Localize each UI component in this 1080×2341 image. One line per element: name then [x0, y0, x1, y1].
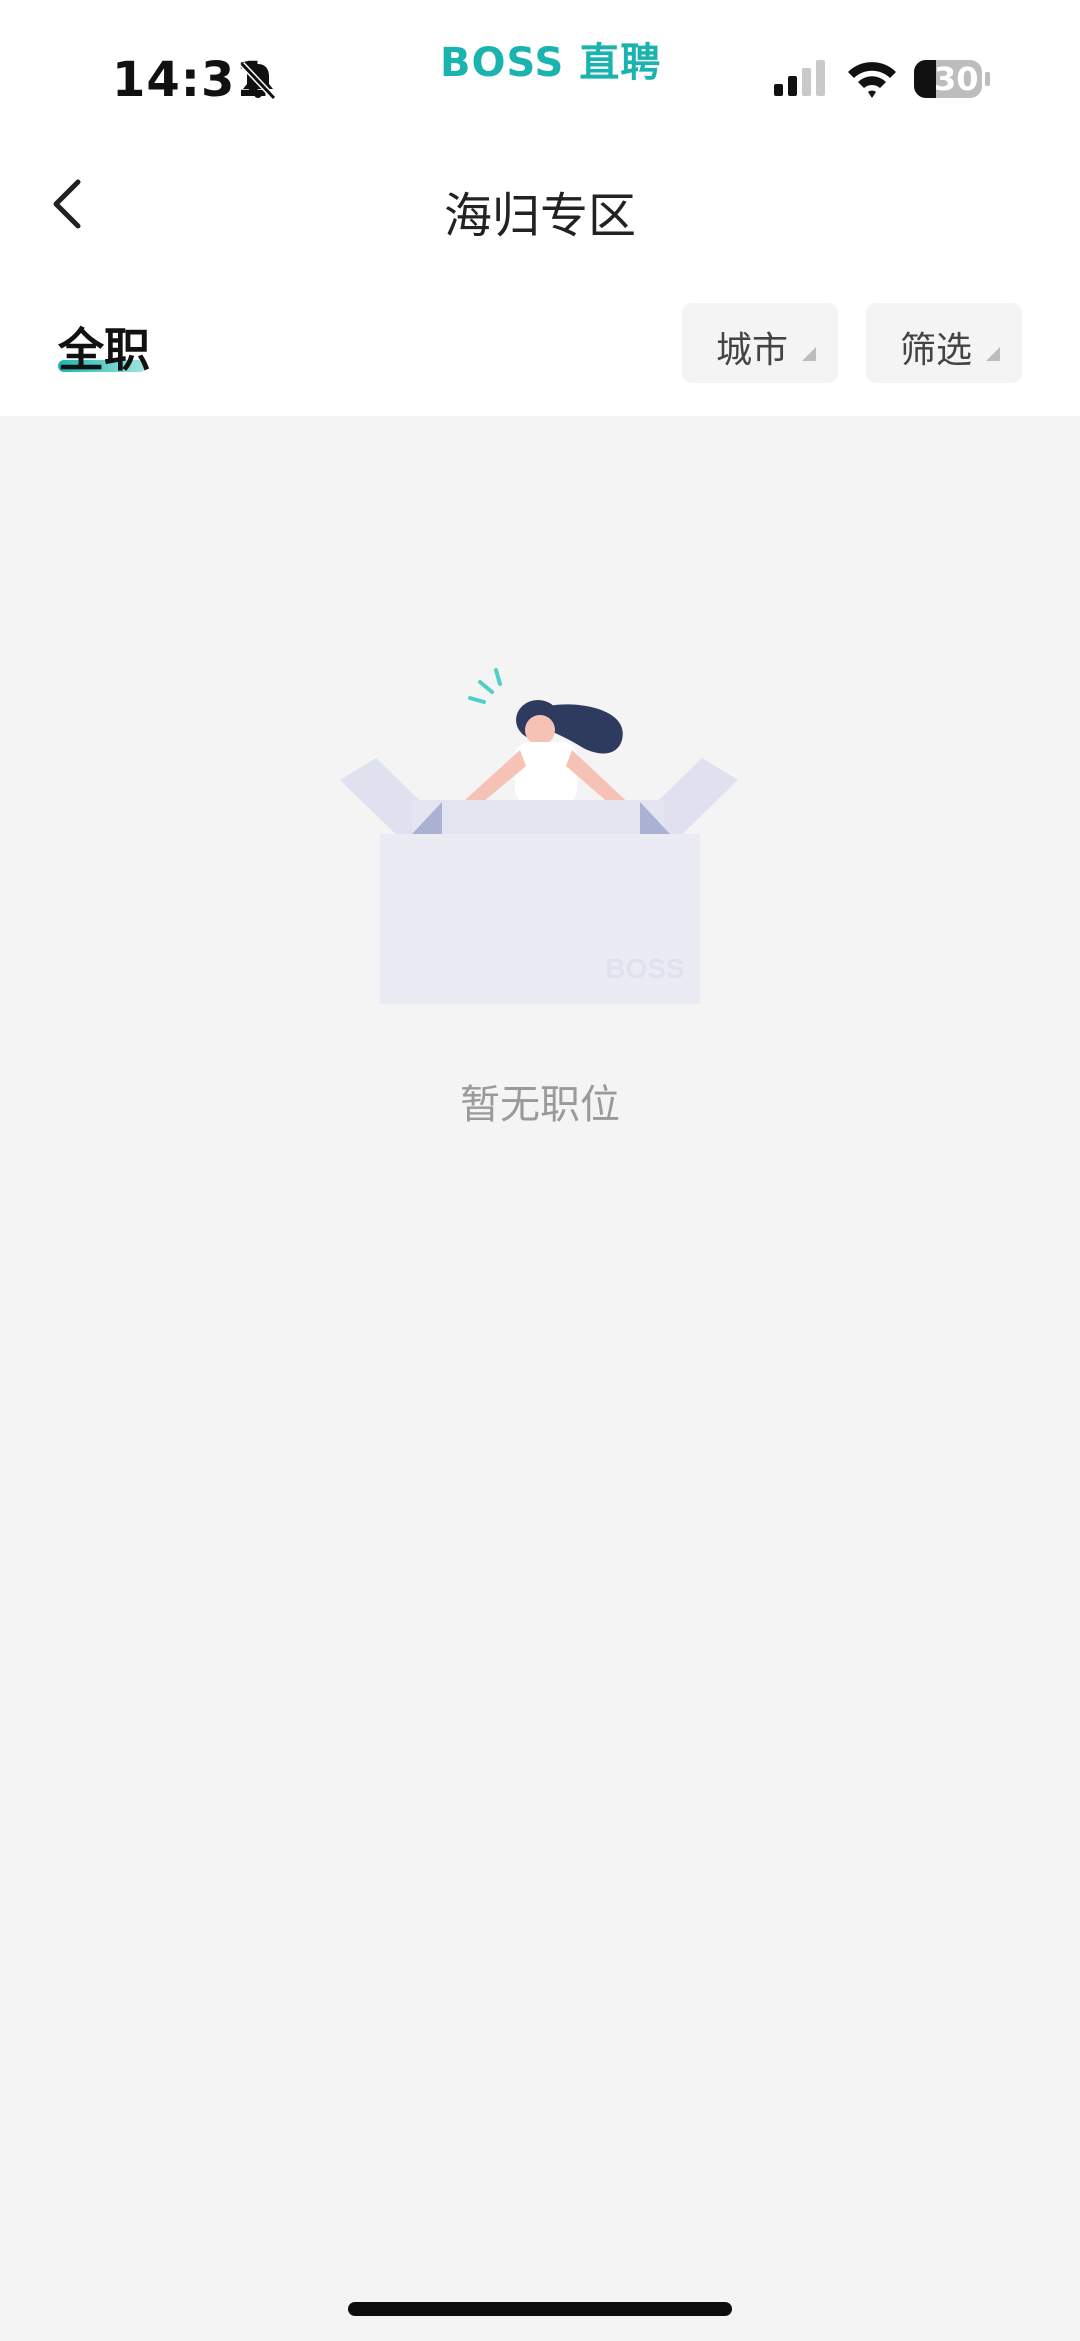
battery-level: 30	[934, 60, 979, 98]
bell-muted-icon	[239, 61, 277, 101]
city-filter-button[interactable]: 城市	[682, 303, 838, 383]
filter-button[interactable]: 筛选	[866, 303, 1022, 383]
city-filter-label: 城市	[716, 330, 789, 371]
home-indicator[interactable]	[348, 2302, 732, 2316]
header-area: 14:31 BOSS 直聘 30 海归专区 全职 城市 筛选	[0, 0, 1080, 416]
page-title: 海归专区	[443, 188, 636, 244]
cellular-signal-icon	[774, 60, 825, 96]
dropdown-corner-icon	[986, 347, 1000, 361]
filter-label: 筛选	[900, 330, 973, 371]
empty-state-message: 暂无职位	[460, 1082, 620, 1128]
brand-logo: BOSS 直聘	[440, 40, 662, 86]
box-logo-text: BOSS	[605, 953, 684, 984]
tab-fulltime[interactable]: 全职	[58, 314, 150, 380]
wifi-icon	[848, 62, 896, 98]
dropdown-corner-icon	[802, 347, 816, 361]
empty-box-illustration: BOSS	[340, 668, 738, 1004]
